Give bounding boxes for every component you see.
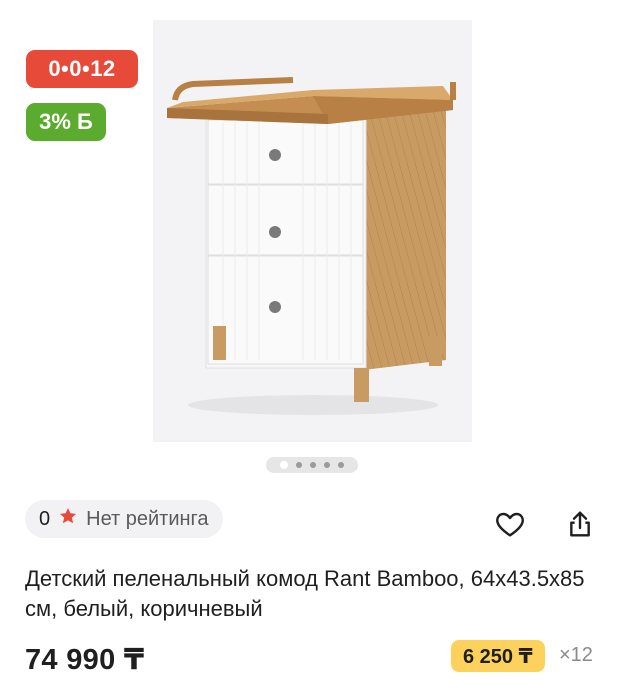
rating-chip[interactable]: 0 Нет рейтинга xyxy=(25,500,223,538)
pagination-dot[interactable] xyxy=(310,462,316,468)
pagination-dot[interactable] xyxy=(296,462,302,468)
changing-dresser-illustration xyxy=(167,77,456,415)
installment-badge: 0•0•12 xyxy=(26,50,138,88)
bonus-badge: 3% Б xyxy=(26,103,106,141)
installment-months: ×12 xyxy=(559,644,593,666)
pagination-dot[interactable] xyxy=(324,462,330,468)
share-icon xyxy=(570,511,590,537)
star-icon xyxy=(58,506,78,532)
rating-label: Нет рейтинга xyxy=(86,507,209,530)
gallery-pagination[interactable] xyxy=(266,457,358,473)
monthly-payment-badge[interactable]: 6 250 ₸ xyxy=(451,640,545,672)
heart-icon xyxy=(496,512,524,537)
product-image[interactable] xyxy=(153,20,472,442)
favorite-button[interactable] xyxy=(492,506,528,542)
pagination-dot[interactable] xyxy=(338,462,344,468)
product-title: Детский пеленальный комод Rant Bamboo, 6… xyxy=(25,566,585,621)
rating-count: 0 xyxy=(39,507,51,530)
share-button[interactable] xyxy=(562,506,598,542)
product-price: 74 990 ₸ xyxy=(25,644,145,676)
pagination-dot-active[interactable] xyxy=(280,461,288,469)
